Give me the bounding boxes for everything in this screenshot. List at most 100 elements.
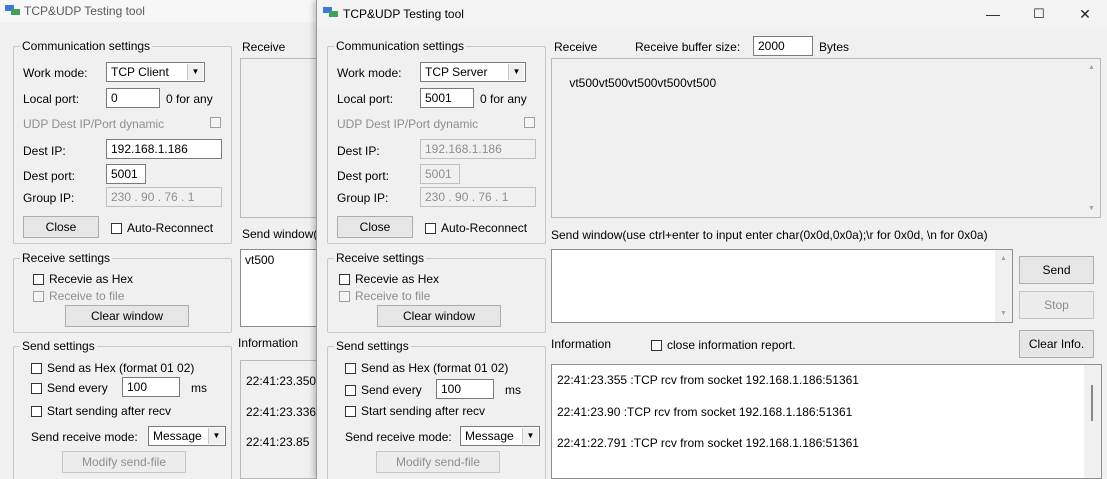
chevron-down-icon: ▼ bbox=[208, 428, 224, 444]
front-dest-ip-label: Dest IP: bbox=[337, 144, 380, 158]
back-dest-port-input[interactable]: 5001 bbox=[106, 164, 146, 184]
front-send-window-title: Send window(use ctrl+enter to input ente… bbox=[551, 228, 988, 242]
front-recv-legend: Receive settings bbox=[334, 251, 427, 265]
close-info-report-label: close information report. bbox=[667, 338, 796, 352]
back-send-every-label: Send every bbox=[47, 381, 108, 395]
back-send-mode-select[interactable]: Message ▼ bbox=[148, 426, 226, 446]
front-ms-label: ms bbox=[505, 383, 521, 397]
front-buffer-size-label: Receive buffer size: bbox=[635, 40, 741, 54]
front-info-area: 22:41:23.355 :TCP rcv from socket 192.16… bbox=[551, 364, 1102, 479]
front-work-mode-select[interactable]: TCP Server ▼ bbox=[420, 62, 526, 82]
back-group-ip-input[interactable]: 230 . 90 . 76 . 1 bbox=[106, 187, 222, 207]
front-udp-dynamic-checkbox[interactable] bbox=[524, 117, 540, 128]
info-line: 22:41:23.355 :TCP rcv from socket 192.16… bbox=[557, 373, 859, 387]
scroll-up-icon[interactable]: ▲ bbox=[995, 250, 1012, 267]
front-send-mode-select[interactable]: Message ▼ bbox=[460, 426, 540, 446]
back-title-bar[interactable]: TCP&UDP Testing tool bbox=[0, 0, 330, 22]
back-modify-send-file-button[interactable]: Modify send-file bbox=[62, 451, 186, 473]
back-window[interactable]: TCP&UDP Testing tool Communication setti… bbox=[0, 0, 331, 479]
front-auto-reconnect-label: Auto-Reconnect bbox=[441, 221, 528, 235]
scroll-down-icon[interactable]: ▼ bbox=[995, 305, 1012, 322]
back-send-hex-label: Send as Hex (format 01 02) bbox=[47, 361, 195, 375]
front-modify-send-file-button[interactable]: Modify send-file bbox=[376, 451, 500, 473]
back-auto-reconnect-checkbox[interactable]: Auto-Reconnect bbox=[111, 221, 213, 235]
front-title-bar[interactable]: TCP&UDP Testing tool — ☐ ✕ bbox=[317, 0, 1107, 28]
front-recv-file-label: Receive to file bbox=[355, 289, 431, 303]
back-send-every-checkbox[interactable]: Send every bbox=[31, 381, 108, 395]
back-receive-title: Receive bbox=[242, 40, 286, 54]
back-send-mode-value: Message bbox=[153, 429, 202, 443]
back-dest-ip-input[interactable]: 192.168.1.186 bbox=[106, 139, 222, 159]
front-receive-area[interactable]: vt500vt500vt500vt500vt500 ▲ ▼ bbox=[551, 58, 1101, 218]
back-work-mode-select[interactable]: TCP Client ▼ bbox=[106, 62, 205, 82]
front-recv-hex-checkbox[interactable]: Recevie as Hex bbox=[339, 272, 439, 286]
front-send-every-checkbox[interactable]: Send every bbox=[345, 383, 422, 397]
front-recv-file-checkbox[interactable]: Receive to file bbox=[339, 289, 430, 303]
front-send-mode-label: Send receive mode: bbox=[345, 430, 452, 444]
front-after-recv-checkbox[interactable]: Start sending after recv bbox=[345, 404, 485, 418]
front-local-port-label: Local port: bbox=[337, 92, 394, 106]
front-window[interactable]: TCP&UDP Testing tool — ☐ ✕ Communication… bbox=[316, 0, 1107, 479]
front-send-area[interactable]: ▲ ▼ bbox=[551, 249, 1013, 323]
front-close-button[interactable]: Close bbox=[337, 216, 413, 238]
front-info-scrollbar[interactable] bbox=[1084, 365, 1101, 478]
front-local-port-input[interactable]: 5001 bbox=[420, 88, 474, 108]
front-dest-port-input[interactable]: 5001 bbox=[420, 164, 460, 184]
front-clear-window-button[interactable]: Clear window bbox=[377, 305, 501, 327]
back-local-port-hint: 0 for any bbox=[166, 92, 213, 106]
scroll-thumb[interactable] bbox=[1091, 385, 1093, 421]
info-line: 22:41:23.90 :TCP rcv from socket 192.168… bbox=[557, 405, 853, 419]
front-info-title: Information bbox=[551, 337, 612, 351]
back-comm-legend: Communication settings bbox=[20, 39, 153, 53]
front-local-port-hint: 0 for any bbox=[480, 92, 527, 106]
scroll-down-icon[interactable]: ▼ bbox=[1083, 200, 1100, 217]
back-recv-hex-checkbox[interactable]: Recevie as Hex bbox=[33, 272, 133, 286]
back-send-legend: Send settings bbox=[20, 339, 97, 353]
front-buffer-size-input[interactable]: 2000 bbox=[753, 36, 813, 56]
back-after-recv-label: Start sending after recv bbox=[47, 404, 172, 418]
back-clear-window-button[interactable]: Clear window bbox=[65, 305, 189, 327]
front-send-hex-checkbox[interactable]: Send as Hex (format 01 02) bbox=[345, 361, 508, 375]
front-send-hex-label: Send as Hex (format 01 02) bbox=[361, 361, 509, 375]
back-recv-hex-label: Recevie as Hex bbox=[49, 272, 134, 286]
back-close-button[interactable]: Close bbox=[23, 216, 99, 238]
app-icon bbox=[5, 5, 20, 15]
back-udp-dynamic-checkbox[interactable] bbox=[210, 117, 226, 128]
back-recv-file-checkbox[interactable]: Receive to file bbox=[33, 289, 124, 303]
front-dest-ip-input[interactable]: 192.168.1.186 bbox=[420, 139, 536, 159]
clear-info-button[interactable]: Clear Info. bbox=[1019, 330, 1094, 358]
front-auto-reconnect-checkbox[interactable]: Auto-Reconnect bbox=[425, 221, 527, 235]
front-send-scrollbar[interactable]: ▲ ▼ bbox=[995, 250, 1012, 322]
front-recv-hex-label: Recevie as Hex bbox=[355, 272, 440, 286]
front-receive-scrollbar[interactable]: ▲ ▼ bbox=[1083, 59, 1100, 217]
front-group-ip-input[interactable]: 230 . 90 . 76 . 1 bbox=[420, 187, 536, 207]
front-receive-text: vt500vt500vt500vt500vt500 bbox=[569, 76, 717, 90]
front-send-legend: Send settings bbox=[334, 339, 411, 353]
front-window-title: TCP&UDP Testing tool bbox=[343, 7, 464, 21]
back-local-port-label: Local port: bbox=[23, 92, 80, 106]
back-dest-ip-label: Dest IP: bbox=[23, 144, 66, 158]
front-send-every-input[interactable]: 100 bbox=[436, 379, 494, 399]
front-work-mode-label: Work mode: bbox=[337, 66, 402, 80]
front-comm-legend: Communication settings bbox=[334, 39, 467, 53]
back-dest-port-label: Dest port: bbox=[23, 169, 76, 183]
back-send-mode-label: Send receive mode: bbox=[31, 430, 138, 444]
back-local-port-input[interactable]: 0 bbox=[106, 88, 160, 108]
back-send-hex-checkbox[interactable]: Send as Hex (format 01 02) bbox=[31, 361, 194, 375]
back-send-every-input[interactable]: 100 bbox=[122, 377, 180, 397]
send-button[interactable]: Send bbox=[1019, 256, 1094, 284]
scroll-up-icon[interactable]: ▲ bbox=[1083, 59, 1100, 76]
close-info-report-checkbox[interactable]: close information report. bbox=[651, 338, 796, 352]
back-after-recv-checkbox[interactable]: Start sending after recv bbox=[31, 404, 171, 418]
minimize-icon[interactable]: — bbox=[970, 0, 1016, 28]
maximize-icon[interactable]: ☐ bbox=[1016, 0, 1062, 28]
close-icon[interactable]: ✕ bbox=[1062, 0, 1107, 28]
back-info-title: Information bbox=[238, 336, 299, 350]
front-send-mode-value: Message bbox=[465, 429, 514, 443]
back-ms-label: ms bbox=[191, 381, 207, 395]
stop-button[interactable]: Stop bbox=[1019, 291, 1094, 319]
chevron-down-icon: ▼ bbox=[508, 64, 524, 80]
back-info-line: 22:41:23.336 bbox=[246, 405, 317, 419]
back-recv-file-label: Receive to file bbox=[49, 289, 125, 303]
back-work-mode-value: TCP Client bbox=[111, 65, 169, 79]
